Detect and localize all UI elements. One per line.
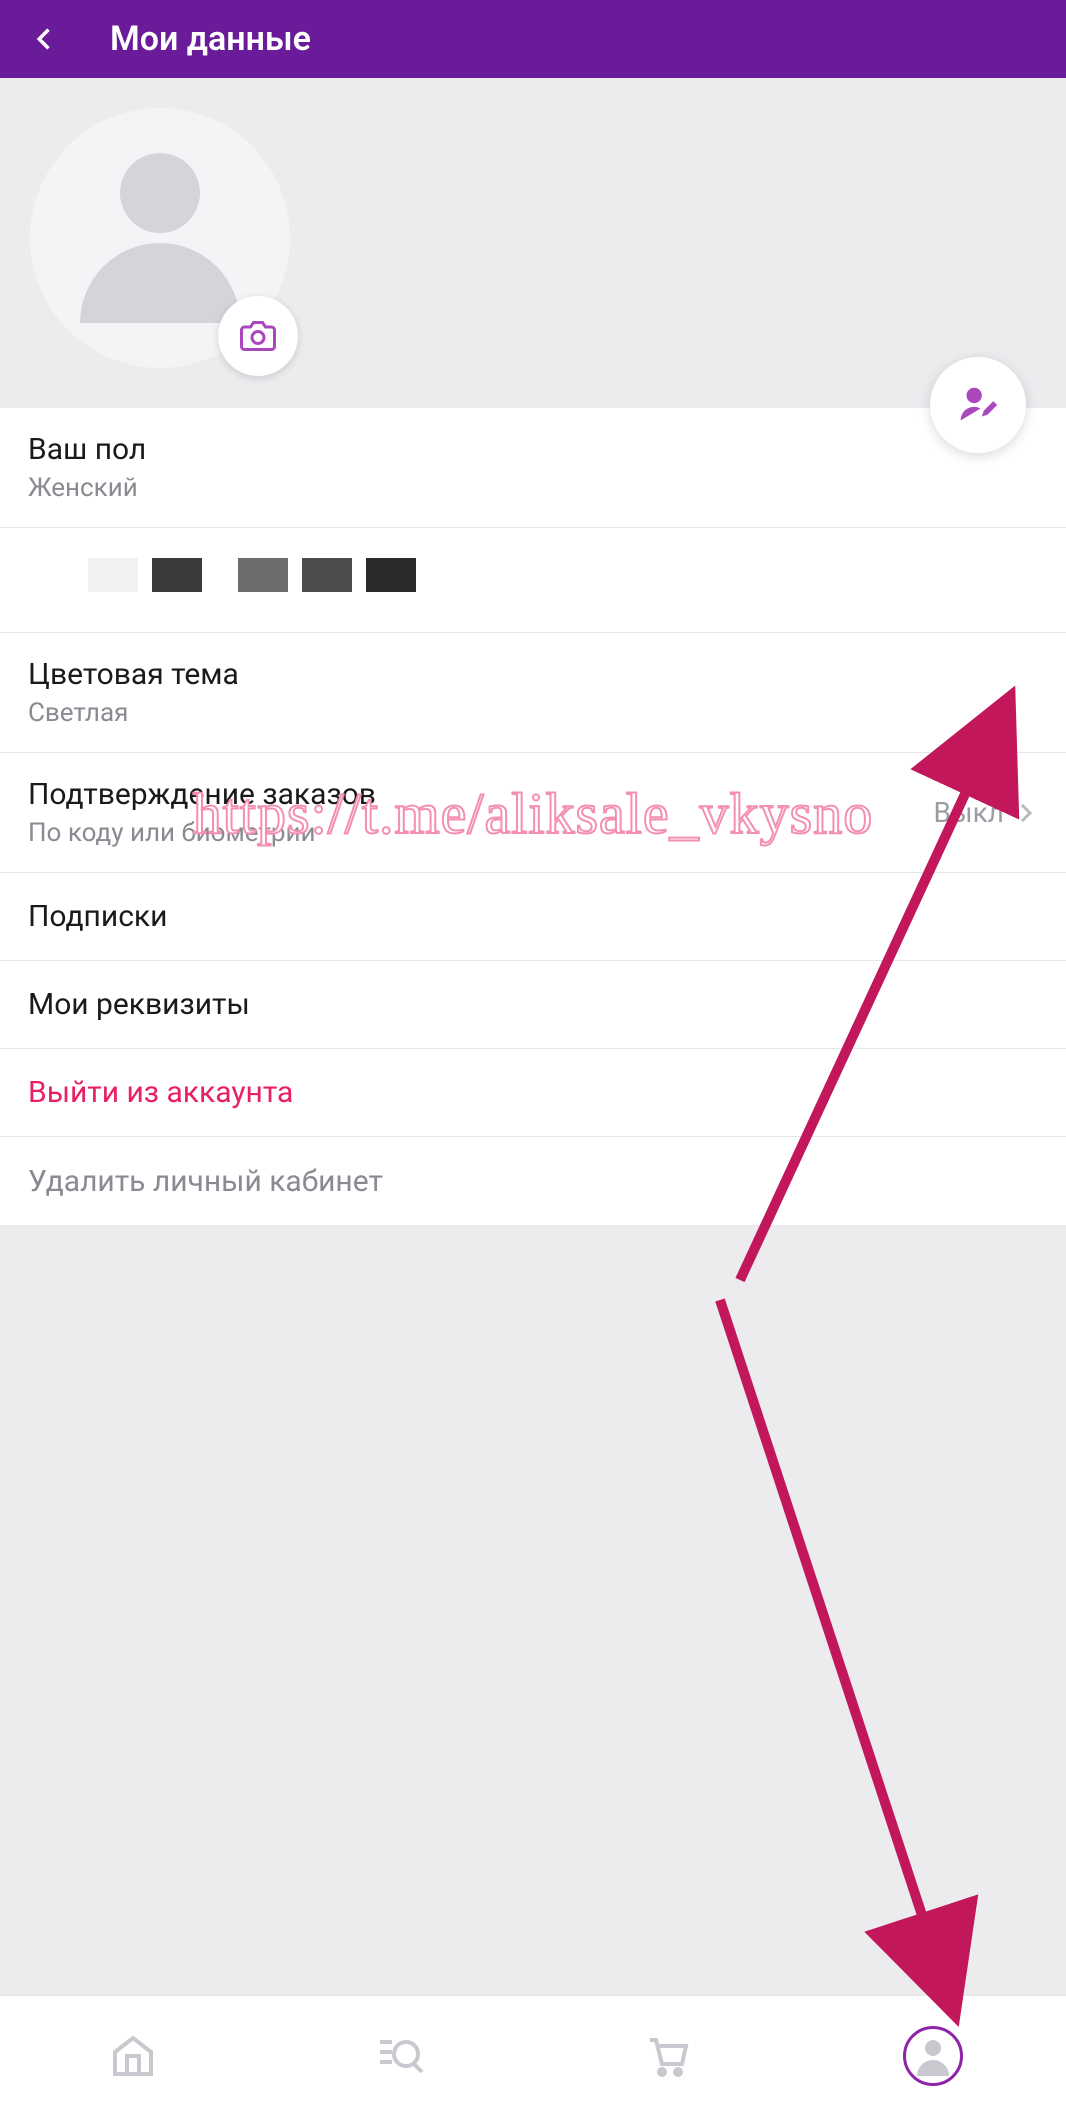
subscriptions-row[interactable]: Подписки (0, 873, 1066, 961)
edit-profile-button[interactable] (930, 357, 1026, 453)
gender-value: Женский (28, 473, 146, 503)
annotation-arrow-2 (700, 1280, 980, 2004)
nav-search[interactable] (370, 2026, 430, 2086)
settings-list: Ваш пол Женский Цветовая тема Светлая По… (0, 408, 1066, 1225)
back-button[interactable] (20, 14, 70, 64)
gender-row[interactable]: Ваш пол Женский (0, 408, 1066, 528)
delete-account-row[interactable]: Удалить личный кабинет (0, 1137, 1066, 1225)
reqs-label: Мои реквизиты (28, 987, 250, 1022)
requisites-row[interactable]: Мои реквизиты (0, 961, 1066, 1049)
bottom-navigation (0, 1995, 1066, 2115)
app-header: Мои данные (0, 0, 1066, 78)
redacted-info-row (0, 528, 1066, 633)
nav-home[interactable] (103, 2026, 163, 2086)
subs-label: Подписки (28, 899, 167, 934)
theme-value: Светлая (28, 698, 239, 728)
theme-label: Цветовая тема (28, 657, 239, 692)
nav-cart[interactable] (636, 2026, 696, 2086)
change-photo-button[interactable] (218, 296, 298, 376)
logout-label: Выйти из аккаунта (28, 1075, 293, 1110)
confirm-sub: По коду или биометрии (28, 818, 376, 848)
profile-section (0, 78, 1066, 408)
delete-label: Удалить личный кабинет (28, 1164, 383, 1199)
page-title: Мои данные (110, 19, 311, 59)
confirm-label: Подтверждение заказов (28, 777, 376, 812)
order-confirmation-row[interactable]: Подтверждение заказов По коду или биомет… (0, 753, 1066, 873)
logout-row[interactable]: Выйти из аккаунта (0, 1049, 1066, 1137)
confirm-state: Выкл (933, 796, 1004, 829)
nav-profile[interactable] (903, 2026, 963, 2086)
avatar-placeholder (30, 108, 290, 368)
theme-row[interactable]: Цветовая тема Светлая (0, 633, 1066, 753)
gender-label: Ваш пол (28, 432, 146, 467)
chevron-right-icon (1014, 801, 1038, 825)
